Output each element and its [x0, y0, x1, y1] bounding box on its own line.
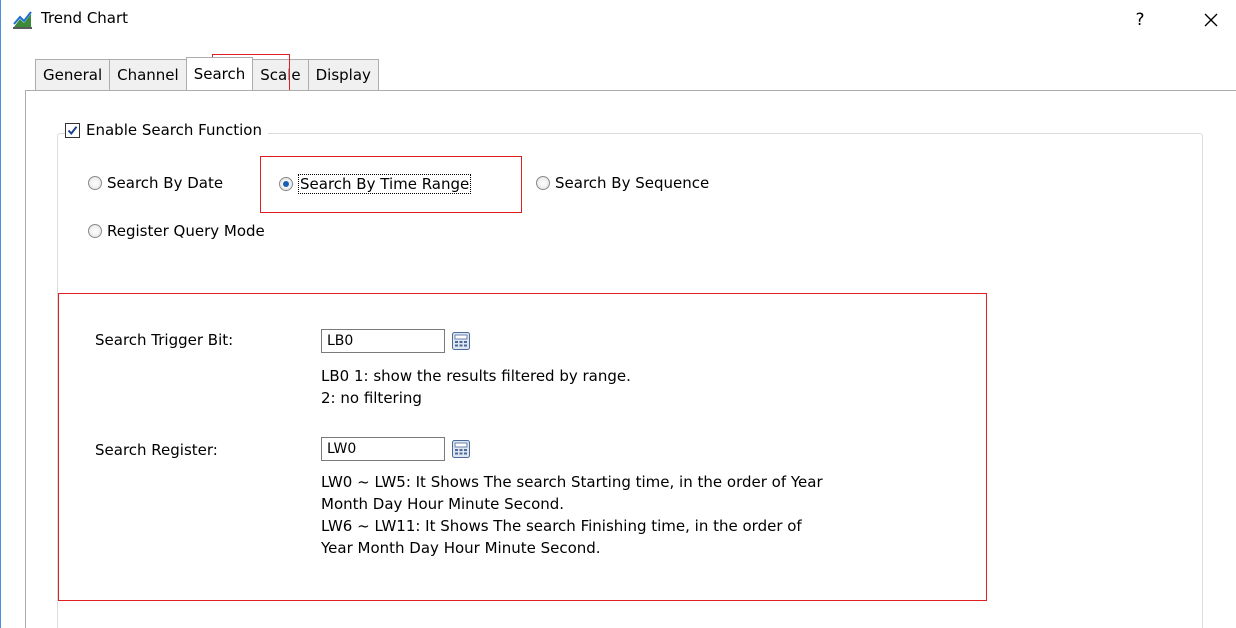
- tab-scale[interactable]: Scale: [252, 59, 309, 90]
- tab-search[interactable]: Search: [185, 57, 254, 90]
- radio-circle[interactable]: [536, 176, 550, 190]
- trigger-bit-desc-line: 2: no filtering: [321, 389, 422, 407]
- radio-label: Search By Time Range: [298, 174, 472, 194]
- radio-circle[interactable]: [88, 224, 102, 238]
- tab-general[interactable]: General: [35, 59, 111, 90]
- tab-bar: General Channel Search Scale Display: [35, 57, 379, 91]
- checkmark-icon: [67, 125, 78, 135]
- enable-search-label: Enable Search Function: [86, 121, 262, 139]
- register-desc-line: Year Month Day Hour Minute Second.: [321, 539, 601, 557]
- tab-display[interactable]: Display: [307, 59, 379, 90]
- radio-circle[interactable]: [279, 177, 293, 191]
- radio-label: Search By Date: [107, 174, 224, 192]
- trend-chart-dialog: Trend Chart ? General Channel Search Sca…: [0, 0, 1236, 628]
- title-bar: Trend Chart ?: [1, 0, 1236, 40]
- tab-channel[interactable]: Channel: [109, 59, 187, 90]
- trigger-bit-description: LB0 1: show the results filtered by rang…: [321, 365, 961, 409]
- help-button[interactable]: ?: [1128, 6, 1152, 34]
- search-register-label: Search Register:: [95, 441, 218, 459]
- trigger-bit-address-button[interactable]: [452, 332, 470, 350]
- close-button[interactable]: [1197, 6, 1225, 34]
- register-desc-line: LW0 ~ LW5: It Shows The search Starting …: [321, 473, 823, 491]
- search-register-description: LW0 ~ LW5: It Shows The search Starting …: [321, 471, 961, 559]
- trigger-bit-input[interactable]: [321, 329, 445, 353]
- register-desc-line: Month Day Hour Minute Second.: [321, 495, 565, 513]
- trigger-bit-label: Search Trigger Bit:: [95, 331, 234, 349]
- radio-register-query-mode[interactable]: Register Query Mode: [88, 222, 265, 240]
- enable-search-row: Enable Search Function: [65, 121, 268, 139]
- register-desc-line: LW6 ~ LW11: It Shows The search Finishin…: [321, 517, 802, 535]
- close-icon: [1204, 13, 1218, 27]
- trigger-bit-desc-line: LB0 1: show the results filtered by rang…: [321, 367, 631, 385]
- radio-label: Search By Sequence: [555, 174, 710, 192]
- radio-search-by-date[interactable]: Search By Date: [88, 174, 223, 192]
- search-register-input[interactable]: [321, 437, 445, 461]
- radio-label: Register Query Mode: [107, 222, 265, 240]
- radio-circle[interactable]: [88, 176, 102, 190]
- radio-search-by-sequence[interactable]: Search By Sequence: [536, 174, 709, 192]
- enable-search-checkbox[interactable]: [65, 122, 80, 138]
- search-register-address-button[interactable]: [452, 440, 470, 458]
- app-icon: [13, 11, 32, 29]
- window-title: Trend Chart: [41, 9, 129, 27]
- radio-search-by-time-range[interactable]: Search By Time Range: [279, 174, 472, 194]
